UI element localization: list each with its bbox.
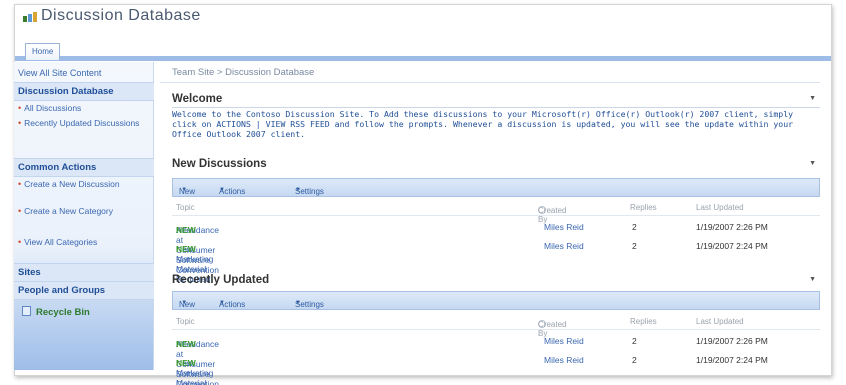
column-last-updated[interactable]: Last Updated bbox=[696, 317, 744, 326]
new-badge: NEW bbox=[176, 358, 196, 368]
bullet-icon: • bbox=[18, 179, 22, 189]
column-last-updated[interactable]: Last Updated bbox=[696, 203, 744, 212]
table-row: New Marketing Material Required !NEW Mil… bbox=[172, 238, 820, 284]
last-updated-cell: 1/19/2007 2:26 PM bbox=[696, 222, 768, 232]
created-by-cell[interactable]: Miles Reid bbox=[544, 222, 584, 232]
new-discussions-title: New Discussions bbox=[172, 158, 267, 170]
replies-cell: 2 bbox=[632, 336, 637, 346]
recycle-bin-link[interactable]: Recycle Bin bbox=[14, 306, 154, 318]
created-by-cell[interactable]: Miles Reid bbox=[544, 355, 584, 365]
table-header: Topic Created By Replies Last Updated bbox=[172, 200, 820, 224]
tab-home[interactable]: Home bbox=[25, 43, 61, 60]
nav-item-create-discussion[interactable]: • Create a New Discussion bbox=[14, 179, 154, 189]
bullet-icon: • bbox=[18, 237, 22, 247]
nav-item-all-discussions[interactable]: • All Discussions bbox=[14, 103, 154, 113]
welcome-text: Welcome to the Contoso Discussion Site. … bbox=[172, 109, 794, 139]
top-navigation: Home bbox=[15, 39, 831, 61]
chevron-down-icon: ▼ bbox=[181, 187, 188, 193]
chevron-down-icon: ▼ bbox=[219, 187, 225, 193]
bullet-icon: • bbox=[18, 118, 22, 128]
site-logo-icon bbox=[23, 12, 37, 22]
chevron-down-icon: ▼ bbox=[295, 187, 301, 193]
new-badge: NEW bbox=[176, 244, 196, 254]
nav-header-common-actions[interactable]: Common Actions bbox=[14, 158, 154, 177]
web-part-divider bbox=[172, 107, 820, 108]
bullet-icon: • bbox=[18, 103, 22, 113]
replies-cell: 2 bbox=[632, 355, 637, 365]
nav-item-recently-updated[interactable]: • Recently Updated Discussions bbox=[14, 118, 154, 128]
table-row: Attendance at Consumer Software Conventi… bbox=[172, 333, 820, 385]
new-badge: NEW bbox=[176, 339, 196, 349]
view-all-site-content-link[interactable]: View All Site Content bbox=[14, 66, 154, 80]
column-topic[interactable]: Topic bbox=[176, 317, 195, 326]
chevron-down-icon: ▼ bbox=[295, 300, 301, 306]
column-replies[interactable]: Replies bbox=[630, 317, 657, 326]
last-updated-cell: 1/19/2007 2:24 PM bbox=[696, 241, 768, 251]
breadcrumb-divider bbox=[160, 82, 820, 83]
table-header: Topic Created By Replies Last Updated bbox=[172, 314, 820, 338]
column-topic[interactable]: Topic bbox=[176, 203, 195, 212]
replies-cell: 2 bbox=[632, 241, 637, 251]
replies-cell: 2 bbox=[632, 222, 637, 232]
web-part-menu-arrow-icon[interactable]: ▼ bbox=[809, 160, 816, 167]
recently-updated-title: Recently Updated bbox=[172, 274, 270, 286]
nav-header-people-groups[interactable]: People and Groups bbox=[14, 281, 154, 300]
recycle-bin-icon bbox=[22, 306, 31, 316]
site-header: Discussion Database bbox=[15, 5, 831, 39]
nav-header-sites[interactable]: Sites bbox=[14, 263, 154, 282]
breadcrumb-root[interactable]: Team Site bbox=[172, 67, 214, 78]
table-row: New Marketing Material Required !NEW Mil… bbox=[172, 352, 820, 385]
nav-header-discussion-database[interactable]: Discussion Database bbox=[14, 82, 154, 101]
breadcrumb: Team Site > Discussion Database bbox=[172, 67, 315, 78]
created-by-cell[interactable]: Miles Reid bbox=[544, 241, 584, 251]
chevron-down-icon: ▼ bbox=[181, 300, 188, 306]
column-replies[interactable]: Replies bbox=[630, 203, 657, 212]
list-toolbar: New ▼ Actions ▼ Settings ▼ bbox=[172, 178, 820, 197]
chevron-down-icon: ▼ bbox=[219, 300, 225, 306]
new-badge: NEW bbox=[176, 225, 196, 235]
list-toolbar: New ▼ Actions ▼ Settings ▼ bbox=[172, 291, 820, 310]
web-part-menu-arrow-icon[interactable]: ▼ bbox=[809, 95, 816, 102]
new-menu-button[interactable]: New ▼ bbox=[179, 296, 195, 309]
main-content: Team Site > Discussion Database Welcome … bbox=[160, 62, 820, 385]
quick-launch: View All Site Content Discussion Databas… bbox=[14, 62, 154, 370]
table-row: Attendance at Consumer Software Conventi… bbox=[172, 219, 820, 275]
web-part-menu-arrow-icon[interactable]: ▼ bbox=[809, 276, 816, 283]
last-updated-cell: 1/19/2007 2:26 PM bbox=[696, 336, 768, 346]
bullet-icon: • bbox=[18, 206, 22, 216]
last-updated-cell: 1/19/2007 2:24 PM bbox=[696, 355, 768, 365]
nav-item-create-category[interactable]: • Create a New Category bbox=[14, 206, 154, 216]
created-by-cell[interactable]: Miles Reid bbox=[544, 336, 584, 346]
breadcrumb-current: Discussion Database bbox=[225, 67, 315, 78]
welcome-title: Welcome bbox=[172, 93, 223, 105]
nav-item-view-all-categories[interactable]: • View All Categories bbox=[14, 237, 154, 247]
new-menu-button[interactable]: New ▼ bbox=[179, 183, 195, 196]
site-title: Discussion Database bbox=[41, 7, 201, 24]
